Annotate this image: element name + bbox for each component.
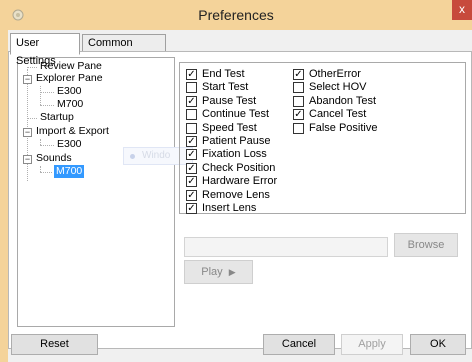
- sound-events-box: ✓ End Test Start Test ✓ Pause Test Continu…: [179, 62, 466, 214]
- settings-tree[interactable]: Review Pane − Explorer Pane E300 M700 St…: [17, 57, 175, 327]
- checkbox-mark: ✓: [186, 189, 197, 201]
- collapse-icon[interactable]: −: [23, 128, 32, 137]
- collapse-icon[interactable]: −: [23, 75, 32, 84]
- tab-user-settings[interactable]: User Settings: [10, 33, 80, 67]
- tree-item-sounds-m700[interactable]: M700: [54, 165, 85, 178]
- sound-file-path-input[interactable]: [184, 237, 388, 257]
- checkbox-mark: ✓: [186, 69, 197, 80]
- checkbox-mark: ✓: [186, 149, 197, 161]
- checkbox-mark: [293, 95, 304, 107]
- tab-common-settings[interactable]: Common Settings: [82, 34, 166, 65]
- ok-button[interactable]: OK: [410, 334, 466, 355]
- checkbox-mark: ✓: [186, 176, 197, 188]
- checkbox-mark: ✓: [186, 203, 197, 214]
- tab-bar: User Settings Common Settings: [8, 30, 472, 67]
- close-button[interactable]: x: [452, 0, 472, 20]
- checkbox-mark: [186, 109, 197, 121]
- collapse-icon[interactable]: −: [23, 155, 32, 164]
- checkbox-mark: [186, 122, 197, 134]
- apply-button[interactable]: Apply: [341, 334, 403, 355]
- checkbox-mark: ✓: [186, 95, 197, 107]
- checkbox-mark: ✓: [186, 162, 197, 174]
- checkbox-mark: [293, 122, 304, 134]
- tree-item-explorer-m700[interactable]: M700: [57, 98, 83, 111]
- tree-item-explorer-pane[interactable]: Explorer Pane: [36, 72, 103, 85]
- title-bar: Preferences x: [0, 0, 472, 30]
- window-title: Preferences: [198, 7, 274, 23]
- checkbox-mark: [186, 82, 197, 94]
- browse-button[interactable]: Browse: [394, 233, 458, 257]
- cancel-button[interactable]: Cancel: [263, 334, 335, 355]
- tree-item-import-export[interactable]: Import & Export: [36, 125, 109, 138]
- window-client: User Settings Common Settings Review Pan…: [8, 30, 472, 362]
- play-button[interactable]: Play ▶: [184, 260, 253, 284]
- tree-item-explorer-e300[interactable]: E300: [57, 85, 82, 98]
- play-triangle-icon: ▶: [228, 267, 236, 277]
- checkbox-mark: ✓: [293, 109, 304, 121]
- tree-item-sounds[interactable]: Sounds: [36, 152, 72, 165]
- tree-item-startup[interactable]: Startup: [40, 111, 74, 124]
- close-icon: x: [459, 2, 465, 16]
- checkbox-mark: ✓: [293, 69, 304, 80]
- reset-button[interactable]: Reset: [11, 334, 98, 355]
- checkbox-mark: [293, 82, 304, 94]
- checkbox-mark: ✓: [186, 136, 197, 147]
- tree-item-import-e300[interactable]: E300: [57, 138, 82, 151]
